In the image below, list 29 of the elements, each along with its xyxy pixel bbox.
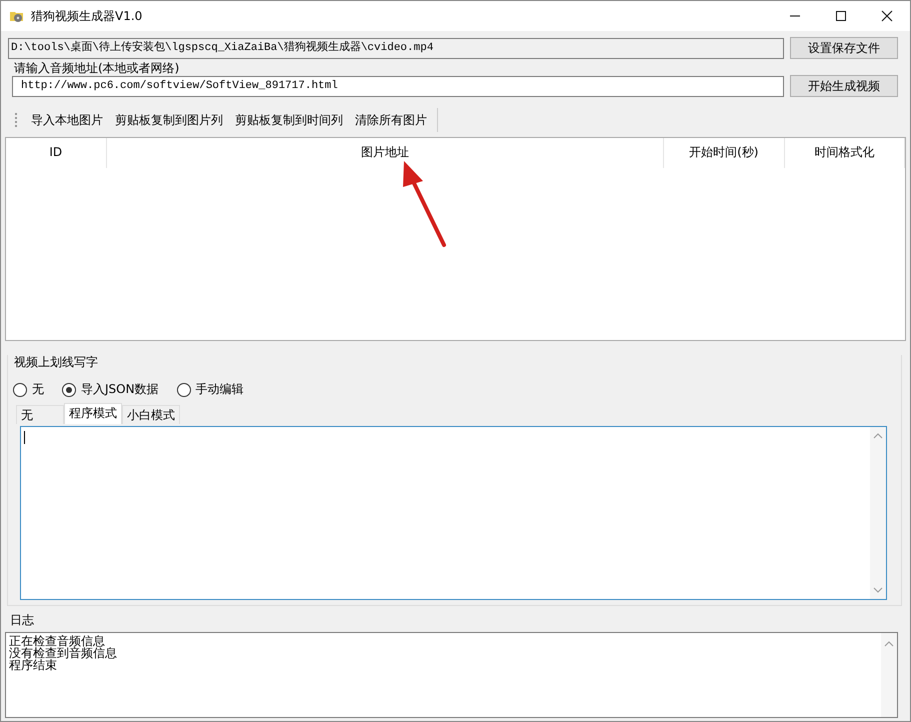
- log-line: 没有检查到音频信息: [9, 647, 118, 659]
- generate-video-button[interactable]: 开始生成视频: [790, 75, 898, 97]
- audio-url-field[interactable]: http://www.pc6.com/softview/SoftView_891717.html: [12, 76, 784, 96]
- output-path-field[interactable]: D:\tools\桌面\待上传安装包\lgspscq_XiaZaiBa\猎狗视频生成器\cvideo.mp4: [8, 38, 784, 58]
- toolbar-button[interactable]: 导入本地图片: [25, 109, 109, 131]
- toolbar-grip: [15, 113, 19, 127]
- toolbar-button[interactable]: 清除所有图片: [349, 109, 433, 131]
- radio-option[interactable]: 手动编辑: [176, 381, 244, 398]
- scroll-down-icon[interactable]: [873, 587, 883, 593]
- log-line: 程序结束: [9, 659, 57, 671]
- tab[interactable]: 程序模式: [64, 403, 122, 424]
- save-file-button[interactable]: 设置保存文件: [790, 37, 898, 59]
- close-icon[interactable]: [881, 10, 893, 22]
- column-header[interactable]: ID: [6, 138, 107, 168]
- scroll-up-icon[interactable]: [884, 641, 894, 647]
- column-header[interactable]: 时间格式化: [784, 138, 906, 168]
- audio-label: 请输入音频地址(本地或者网络): [13, 61, 180, 75]
- column-header[interactable]: 开始时间(秒): [664, 138, 785, 168]
- scroll-up-icon[interactable]: [873, 433, 883, 439]
- group-title: 视频上划线写字: [13, 355, 99, 369]
- tab[interactable]: 小白模式: [122, 405, 180, 424]
- radio-option[interactable]: 无: [13, 381, 44, 398]
- toolbar-button[interactable]: 剪贴板复制到时间列: [229, 109, 349, 131]
- toolbar-button[interactable]: 剪贴板复制到图片列: [109, 109, 229, 131]
- log-line: 正在检查音频信息: [9, 635, 105, 647]
- log-title: 日志: [9, 613, 35, 627]
- window-title: 猎狗视频生成器V1.0: [31, 8, 142, 24]
- maximize-icon[interactable]: [835, 10, 847, 22]
- radio-option[interactable]: 导入JSON数据: [62, 381, 159, 398]
